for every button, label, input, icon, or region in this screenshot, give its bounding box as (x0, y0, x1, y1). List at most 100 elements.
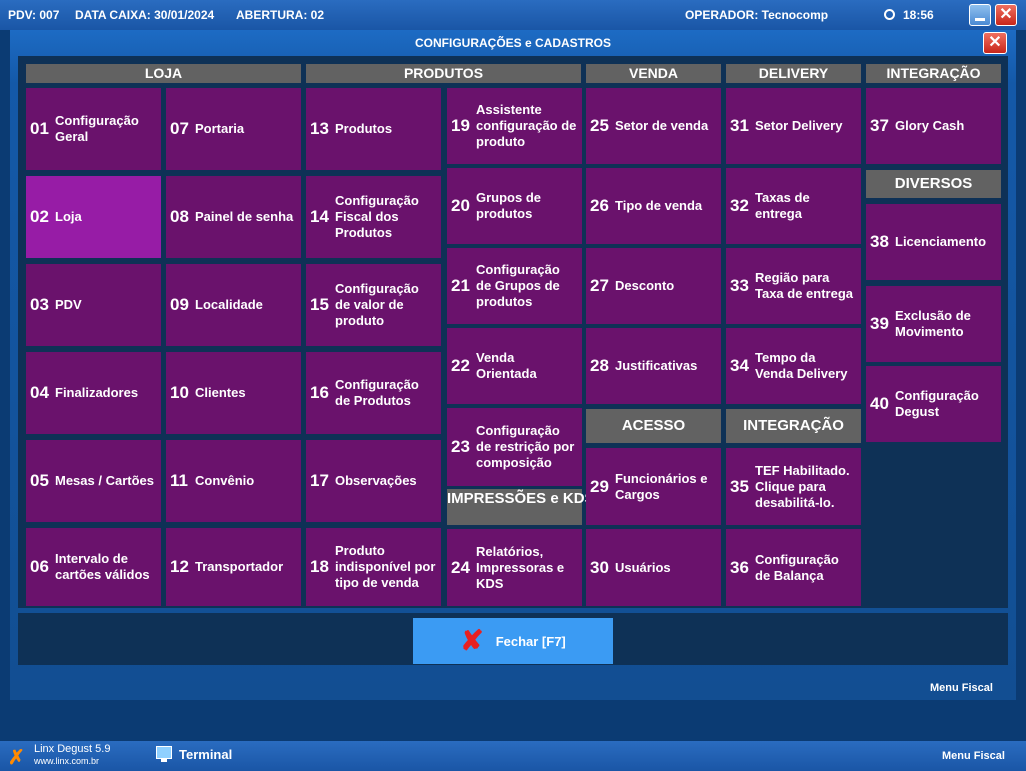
tile-number: 28 (590, 356, 609, 375)
tile-06[interactable]: 06 Intervalo de cartões válidos (26, 528, 161, 606)
tile-label: PDV (55, 297, 82, 312)
tile-number: 31 (730, 116, 749, 135)
tile-35[interactable]: 35 TEF Habilitado. Clique para desabilitá… (726, 448, 861, 525)
tile-12[interactable]: 12 Transportador (166, 528, 301, 606)
tile-26[interactable]: 26 Tipo de venda (586, 168, 721, 244)
tile-30[interactable]: 30 Usuários (586, 529, 721, 606)
tile-11[interactable]: 11 Convênio (166, 440, 301, 522)
tile-label: Tempo da Venda Delivery (755, 350, 848, 381)
bottom-bar: ✗ Linx Degust 5.9 www.linx.com.br Termin… (0, 741, 1026, 771)
tile-number: 22 (451, 356, 470, 375)
tile-37[interactable]: 37 Glory Cash (866, 88, 1001, 164)
tile-21[interactable]: 21 Configuração de Grupos de produtos (447, 248, 582, 324)
menu-fiscal-button[interactable]: Menu Fiscal (942, 750, 1005, 762)
tile-number: 14 (310, 207, 329, 226)
tile-23[interactable]: 23 Configuração de restrição por composiç… (447, 408, 582, 486)
tile-number: 30 (590, 557, 609, 577)
tile-07[interactable]: 07 Portaria (166, 88, 301, 170)
tile-number: 03 (30, 295, 49, 314)
tile-24[interactable]: 24 Relatórios, Impressoras e KDS (447, 529, 582, 606)
tile-label: Usuários (615, 559, 671, 575)
tile-04[interactable]: 04 Finalizadores (26, 352, 161, 434)
tile-number: 29 (590, 476, 609, 496)
tile-number: 19 (451, 116, 470, 135)
tile-number: 04 (30, 383, 49, 402)
tile-number: 06 (30, 557, 49, 576)
fechar-button[interactable]: ✘ Fechar [F7] (413, 618, 613, 664)
header-integracao: INTEGRAÇÃO (866, 64, 1001, 83)
tile-label: Assistente configuração de produto (476, 102, 577, 149)
tile-18[interactable]: 18 Produto indisponível por tipo de venda (306, 528, 441, 606)
tile-13[interactable]: 13 Produtos (306, 88, 441, 170)
tile-16[interactable]: 16 Configuração de Produtos (306, 352, 441, 434)
tile-03[interactable]: 03 PDV (26, 264, 161, 346)
tile-label: Painel de senha (195, 209, 294, 224)
tile-05[interactable]: 05 Mesas / Cartões (26, 440, 161, 522)
dialog-close-button[interactable]: ✕ (983, 32, 1007, 54)
tile-25[interactable]: 25 Setor de venda (586, 88, 721, 164)
tile-label: Setor Delivery (755, 118, 843, 133)
tile-number: 20 (451, 196, 470, 215)
tile-33[interactable]: 33 Região para Taxa de entrega (726, 248, 861, 324)
tile-label: Transportador (195, 559, 284, 574)
x-icon: ✘ (460, 625, 484, 656)
fechar-label: Fechar [F7] (495, 633, 566, 649)
tile-label: Taxas de entrega (755, 190, 810, 221)
tile-40[interactable]: 40 Configuração Degust (866, 366, 1001, 442)
tile-14[interactable]: 14 Configuração Fiscal dos Produtos (306, 176, 441, 258)
tile-17[interactable]: 17 Observações (306, 440, 441, 522)
tile-34[interactable]: 34 Tempo da Venda Delivery (726, 328, 861, 404)
tile-number: 11 (170, 471, 188, 490)
tile-label: Glory Cash (895, 118, 965, 133)
data-caixa-label: DATA CAIXA: 30/01/2024 (75, 8, 215, 22)
tile-22[interactable]: 22 Venda Orientada (447, 328, 582, 404)
tile-08[interactable]: 08 Painel de senha (166, 176, 301, 258)
minimize-button[interactable] (969, 4, 991, 26)
close-app-button[interactable]: ✕ (995, 4, 1017, 26)
tile-10[interactable]: 10 Clientes (166, 352, 301, 434)
tile-label: Justificativas (615, 358, 698, 373)
tile-number: 01 (30, 119, 49, 138)
tile-20[interactable]: 20 Grupos de produtos (447, 168, 582, 244)
header-loja: LOJA (26, 64, 301, 83)
tile-label: Configuração de restrição por composição (476, 423, 575, 470)
tile-number: 38 (870, 232, 889, 251)
tile-number: 13 (310, 119, 329, 138)
tile-label: Grupos de produtos (476, 190, 542, 221)
tile-01[interactable]: 01 Configuração Geral (26, 88, 161, 170)
tile-number: 16 (310, 383, 329, 402)
header-acesso: ACESSO (586, 409, 721, 443)
tile-number: 18 (310, 557, 329, 576)
app-name: Linx Degust 5.9 (34, 743, 111, 755)
tile-label: Região para Taxa de entrega (755, 270, 854, 301)
tile-label: Produto indisponível por tipo de venda (335, 543, 436, 590)
menu-fiscal-link[interactable]: Menu Fiscal (930, 682, 993, 694)
tile-27[interactable]: 27 Desconto (586, 248, 721, 324)
tile-28[interactable]: 28 Justificativas (586, 328, 721, 404)
tile-39[interactable]: 39 Exclusão de Movimento (866, 286, 1001, 362)
tile-38[interactable]: 38 Licenciamento (866, 204, 1001, 280)
tile-number: 17 (310, 471, 329, 490)
button-bar: ✘ Fechar [F7] (18, 613, 1008, 665)
app-url: www.linx.com.br (34, 756, 100, 766)
tile-31[interactable]: 31 Setor Delivery (726, 88, 861, 164)
tile-32[interactable]: 32 Taxas de entrega (726, 168, 861, 244)
tile-02[interactable]: 02 Loja (26, 176, 161, 258)
tile-36[interactable]: 36 Configuração de Balança (726, 529, 861, 606)
tile-label: Tipo de venda (615, 198, 703, 213)
monitor-icon (156, 746, 172, 762)
tile-19[interactable]: 19 Assistente configuração de produto (447, 88, 582, 164)
terminal-button[interactable]: Terminal (179, 747, 232, 762)
abertura-label: ABERTURA: 02 (236, 8, 325, 22)
tile-29[interactable]: 29 Funcionários e Cargos (586, 448, 721, 525)
tile-09[interactable]: 09 Localidade (166, 264, 301, 346)
tile-number: 07 (170, 119, 189, 138)
tile-label: Clientes (195, 385, 246, 400)
tile-number: 23 (451, 437, 470, 456)
header-impressoes: IMPRESSÕES e KDS (447, 489, 595, 525)
tile-label: Convênio (195, 473, 255, 488)
tile-15[interactable]: 15 Configuração de valor de produto (306, 264, 441, 346)
tile-number: 12 (170, 557, 189, 576)
tile-label: Exclusão de Movimento (895, 308, 971, 339)
tile-number: 32 (730, 196, 749, 215)
